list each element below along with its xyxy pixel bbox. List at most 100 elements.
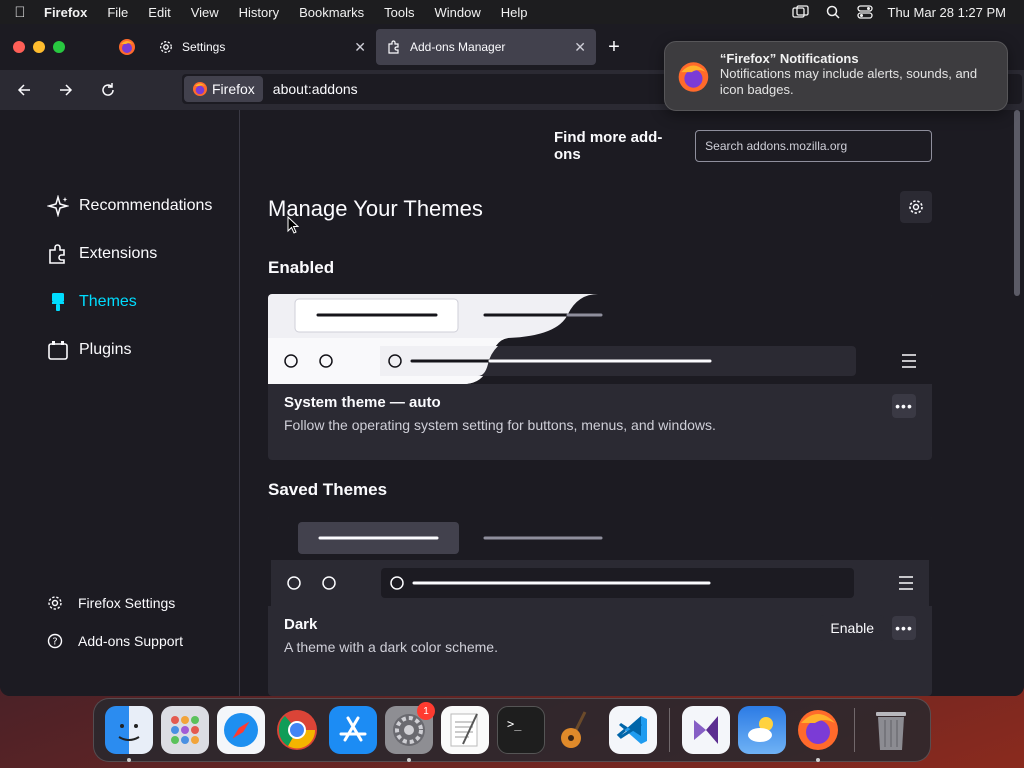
menu-edit[interactable]: Edit [138,5,180,20]
menu-tools[interactable]: Tools [374,5,424,20]
launchpad-icon [171,716,199,744]
dock-vscode[interactable] [609,706,657,754]
sidebar-item-recommendations[interactable]: Recommendations [46,194,212,218]
notification-banner[interactable]: “Firefox” Notifications Notifications ma… [664,41,1008,111]
sidebar-item-themes[interactable]: Themes [46,290,137,314]
firefox-icon [678,62,709,92]
categories-sidebar: Recommendations Extensions Themes Plugin… [0,110,240,696]
sidebar-firefox-settings[interactable]: Firefox Settings [46,594,175,612]
menu-file[interactable]: File [97,5,138,20]
gear-icon [46,594,64,612]
back-button[interactable] [6,74,42,106]
control-center-icon[interactable] [856,5,874,19]
mouse-cursor-icon [287,216,299,234]
sidebar-item-label: Themes [79,293,137,310]
theme-name: System theme — auto [284,394,441,411]
dock-weather[interactable] [738,706,786,754]
arrow-right-icon [60,84,73,96]
sidebar-item-label: Extensions [79,245,158,262]
dock-launchpad[interactable] [161,706,209,754]
running-indicator [816,758,820,762]
dock-garageband[interactable] [553,706,601,754]
search-addons-input[interactable]: Search addons.mozilla.org [695,130,932,162]
theme-card-system[interactable]: System theme — auto Follow the operating… [268,294,932,460]
terminal-icon: >_ [507,717,522,731]
dock-finder[interactable] [105,706,153,762]
dock-firefox[interactable] [794,706,842,762]
identity-box[interactable]: Firefox [184,76,263,102]
sidebar-item-label: Recommendations [79,197,213,214]
sidebar-addons-support[interactable]: ? Add-ons Support [46,632,183,650]
page-title: Manage Your Themes [268,196,483,221]
menu-clock[interactable]: Thu Mar 28 1:27 PM [888,5,1007,20]
tab-addons-manager[interactable]: Add-ons Manager ✕ [376,29,596,65]
page-scrollbar[interactable] [1014,110,1020,296]
more-options-button[interactable]: ••• [892,616,916,640]
minimize-window-button[interactable] [33,41,45,53]
identity-label: Firefox [212,81,255,97]
new-tab-button[interactable]: + [596,36,632,59]
menu-help[interactable]: Help [491,5,538,20]
puzzle-icon [46,242,70,266]
menu-bar:  Firefox File Edit View History Bookmar… [0,0,1024,24]
reload-button[interactable] [90,74,126,106]
finder-icon [118,724,140,741]
dock-trash[interactable] [867,706,915,754]
running-indicator [407,758,411,762]
dock-separator [669,708,670,752]
sidebar-item-label: Plugins [79,341,132,358]
notification-title: “Firefox” Notifications [719,51,859,66]
sidebar-item-extensions[interactable]: Extensions [46,242,157,266]
dock-app-store[interactable] [329,706,377,754]
dock-chrome[interactable] [273,706,321,754]
browser-window: Settings ✕ Add-ons Manager ✕ + Firefox a [0,24,1024,696]
sparkle-icon [46,194,70,218]
sidebar-footer-label: Firefox Settings [78,595,176,611]
svg-text:?: ? [52,637,57,648]
apple-icon[interactable]:  [0,4,40,21]
url-text[interactable]: about:addons [273,81,358,97]
spotlight-search-icon[interactable] [824,5,842,19]
dock-safari[interactable] [217,706,265,754]
forward-button[interactable] [48,74,84,106]
theme-info: Dark A theme with a dark color scheme. E… [268,606,932,665]
find-more-addons: Find more add-ons Search addons.mozilla.… [554,129,932,163]
gear-icon [158,39,174,55]
running-indicator [127,758,131,762]
pinned-tab-firefox[interactable] [106,24,148,70]
menu-history[interactable]: History [229,5,289,20]
trash-icon [876,712,906,750]
sidebar-item-plugins[interactable]: Plugins [46,338,131,362]
tab-label: Add-ons Manager [410,40,506,54]
arrow-left-icon [17,84,30,96]
menu-bookmarks[interactable]: Bookmarks [289,5,374,20]
help-icon: ? [46,632,64,650]
close-tab-icon[interactable]: ✕ [574,39,586,56]
plugin-icon [46,338,70,362]
theme-description: Follow the operating system setting for … [284,417,716,433]
weather-icon [748,717,773,742]
svg-text:>_: >_ [507,717,522,731]
firefox-icon [798,710,838,750]
tab-settings[interactable]: Settings ✕ [148,29,376,65]
close-tab-icon[interactable]: ✕ [354,39,366,56]
dock-visual-studio[interactable] [682,706,730,754]
notification-badge: 1 [417,702,435,720]
more-options-button[interactable]: ••• [892,394,916,418]
zoom-window-button[interactable] [53,41,65,53]
menu-window[interactable]: Window [425,5,491,20]
theme-card-dark[interactable]: Dark A theme with a dark color scheme. E… [268,516,932,696]
puzzle-icon [386,39,402,55]
dock: 1 >_ [93,698,931,762]
menu-app-name[interactable]: Firefox [40,5,97,20]
theme-preview-system [268,294,932,384]
reload-icon [102,83,114,96]
close-window-button[interactable] [13,41,25,53]
dock-textedit[interactable] [441,706,489,754]
enable-theme-button[interactable]: Enable [820,615,884,641]
tools-menu-button[interactable] [900,191,932,223]
screen-mirroring-icon[interactable] [791,5,810,19]
menu-view[interactable]: View [181,5,229,20]
dock-system-settings[interactable]: 1 [385,702,435,762]
dock-terminal[interactable]: >_ [497,706,545,754]
